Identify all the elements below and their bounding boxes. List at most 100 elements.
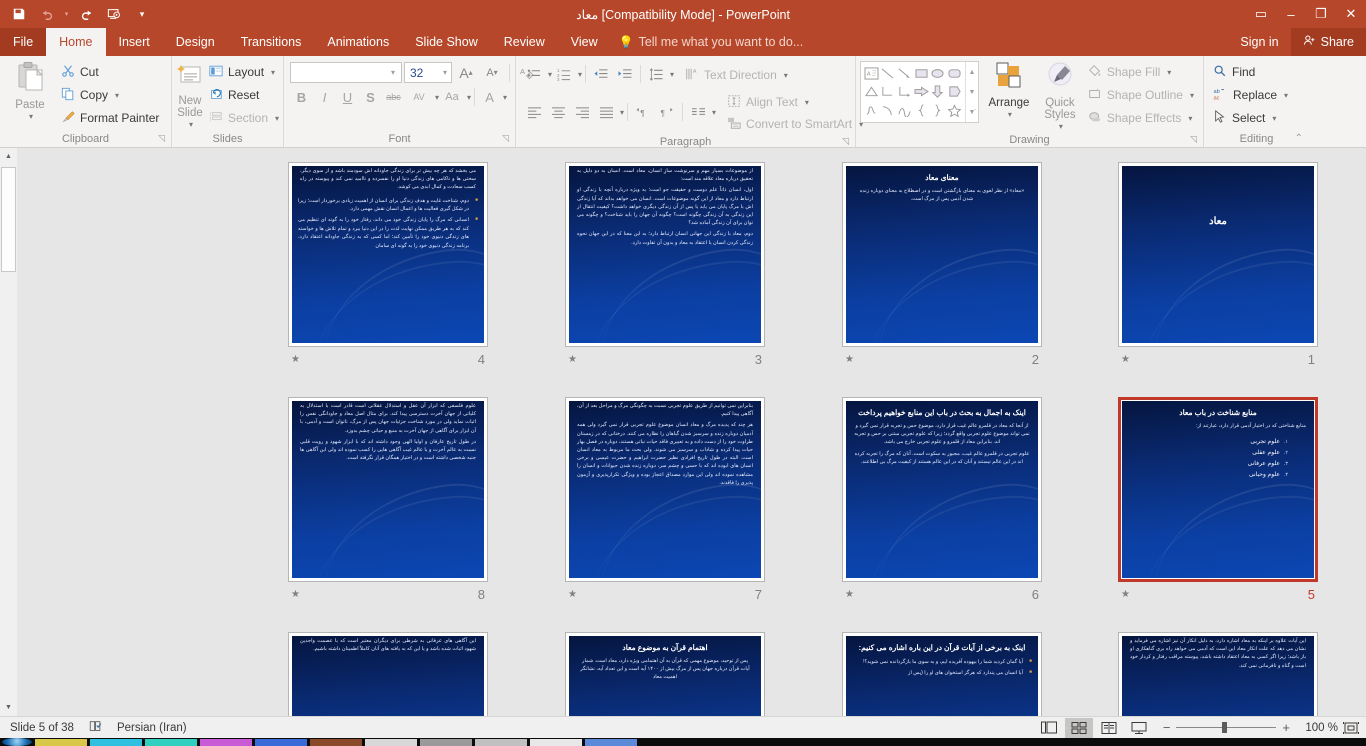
sign-in-button[interactable]: Sign in — [1228, 35, 1290, 49]
slide-thumbnail-frame[interactable]: بنابراین نمی توانیم از طریق علوم تجربی ن… — [565, 397, 765, 582]
tab-design[interactable]: Design — [163, 28, 228, 56]
tab-insert[interactable]: Insert — [106, 28, 163, 56]
numbering-dropdown-icon[interactable]: ▾ — [578, 70, 582, 79]
select-dropdown-icon[interactable]: ▾ — [1272, 114, 1276, 123]
numbering-button[interactable]: 123 — [552, 63, 576, 85]
quick-styles-dropdown-icon[interactable]: ▾ — [1059, 121, 1063, 133]
shape-fill-dropdown-icon[interactable]: ▾ — [1167, 68, 1171, 77]
slide-thumbnail-frame[interactable]: این آگاهی های عرفانی به شرطی برای دیگران… — [288, 632, 488, 716]
animation-star-icon[interactable]: ★ — [845, 354, 854, 365]
animation-star-icon[interactable]: ★ — [1121, 354, 1130, 365]
bullets-button[interactable] — [522, 63, 546, 85]
font-size-combobox[interactable]: 32 ▾ — [404, 62, 452, 83]
start-button[interactable] — [2, 738, 32, 746]
scroll-down-icon[interactable]: ▼ — [0, 699, 17, 716]
slide-thumbnail-frame[interactable]: معاد — [1118, 162, 1318, 347]
animation-star-icon[interactable]: ★ — [568, 589, 577, 600]
shape-pentagon-icon[interactable] — [946, 83, 963, 102]
zoom-in-button[interactable]: + — [1282, 720, 1290, 735]
taskbar-item[interactable] — [200, 739, 252, 746]
save-icon[interactable] — [6, 2, 32, 26]
shape-effects-dropdown-icon[interactable]: ▾ — [1188, 114, 1192, 123]
section-button[interactable]: Section ▾ — [204, 107, 284, 129]
change-case-button[interactable]: Aa — [439, 86, 465, 108]
decrease-indent-button[interactable] — [589, 63, 613, 85]
italic-button[interactable]: I — [313, 86, 336, 108]
find-button[interactable]: Find — [1208, 61, 1293, 83]
restore-button[interactable]: ❐ — [1306, 0, 1336, 28]
shape-outline-button[interactable]: Shape Outline ▾ — [1083, 84, 1199, 106]
convert-to-smartart-button[interactable]: Convert to SmartArt ▾ — [722, 113, 868, 135]
tab-slideshow[interactable]: Slide Show — [402, 28, 491, 56]
shape-arc-icon[interactable] — [880, 101, 897, 120]
columns-dropdown-icon[interactable]: ▾ — [712, 108, 716, 117]
strikethrough-button[interactable]: abc — [382, 86, 405, 108]
shape-gallery-scrollbar[interactable]: ▲ ▼ ▼̄ — [965, 62, 978, 122]
shape-left-brace-icon[interactable] — [913, 101, 930, 120]
tab-view[interactable]: View — [558, 28, 611, 56]
language-indicator[interactable]: Persian (Iran) — [117, 722, 187, 734]
slide-thumbnail-frame[interactable]: معنای معاد«معاد» از نظر لغوی به معنای با… — [842, 162, 1042, 347]
font-color-button[interactable]: A — [478, 86, 501, 108]
tab-file[interactable]: File — [0, 28, 46, 56]
justify-button[interactable] — [594, 101, 618, 123]
replace-button[interactable]: abac Replace ▾ — [1208, 84, 1293, 106]
minimize-button[interactable]: – — [1276, 0, 1306, 28]
clipboard-dialog-launcher[interactable]: ◹ — [158, 131, 165, 146]
shape-rounded-rect-icon[interactable] — [946, 64, 963, 83]
bold-button[interactable]: B — [290, 86, 313, 108]
zoom-out-button[interactable]: − — [1163, 720, 1171, 735]
text-shadow-button[interactable]: S — [359, 86, 382, 108]
sorter-vertical-scrollbar[interactable]: ▲ ▼ — [0, 148, 17, 716]
undo-icon[interactable] — [34, 2, 60, 26]
slideshow-icon[interactable] — [101, 2, 127, 26]
slide-thumbnail-frame[interactable]: منابع شناخت در باب معادمنابع شناختی که د… — [1118, 397, 1318, 582]
normal-view-button[interactable] — [1035, 718, 1063, 738]
new-slide-button[interactable]: New Slide ▾ — [176, 59, 204, 131]
close-button[interactable]: ✕ — [1336, 0, 1366, 28]
tab-home[interactable]: Home — [46, 28, 105, 56]
spellcheck-icon[interactable] — [88, 719, 103, 736]
taskbar-item[interactable] — [530, 739, 582, 746]
shape-rectangle-icon[interactable] — [913, 64, 930, 83]
reading-view-button[interactable] — [1095, 718, 1123, 738]
text-direction-dropdown-icon[interactable]: ▾ — [784, 71, 788, 80]
arrange-button[interactable]: Arrange ▾ — [979, 59, 1033, 121]
align-text-dropdown-icon[interactable]: ▾ — [805, 98, 809, 107]
taskbar-item[interactable] — [310, 739, 362, 746]
shape-elbow-connector-icon[interactable] — [880, 83, 897, 102]
taskbar-item[interactable] — [145, 739, 197, 746]
taskbar-item[interactable] — [585, 739, 637, 746]
drawing-dialog-launcher[interactable]: ◹ — [1190, 132, 1197, 147]
slide-thumbnail-frame[interactable]: اهتمام قرآن به موضوع معادپس از توحید، مو… — [565, 632, 765, 716]
font-name-combobox[interactable]: ▾ — [290, 62, 402, 83]
taskbar-item[interactable] — [420, 739, 472, 746]
animation-star-icon[interactable]: ★ — [291, 354, 300, 365]
zoom-thumb[interactable] — [1222, 722, 1227, 733]
paste-dropdown-icon[interactable]: ▾ — [29, 111, 33, 123]
shape-star-icon[interactable] — [946, 101, 963, 120]
taskbar-item[interactable] — [255, 739, 307, 746]
reset-button[interactable]: Reset — [204, 84, 284, 106]
zoom-track[interactable] — [1176, 727, 1276, 728]
copy-button[interactable]: Copy ▾ — [56, 84, 164, 106]
paste-button[interactable]: Paste ▾ — [4, 59, 56, 123]
shape-gallery[interactable]: A — [860, 61, 979, 123]
animation-star-icon[interactable]: ★ — [291, 589, 300, 600]
underline-button[interactable]: U — [336, 86, 359, 108]
slide-thumbnail-frame[interactable]: اینک به برخی از آیات قرآن در این باره اش… — [842, 632, 1042, 716]
replace-dropdown-icon[interactable]: ▾ — [1284, 91, 1288, 100]
line-spacing-dropdown-icon[interactable]: ▾ — [670, 70, 674, 79]
slide-counter[interactable]: Slide 5 of 38 — [10, 722, 74, 734]
shape-scroll-down-icon[interactable]: ▼ — [966, 82, 978, 102]
shape-effects-button[interactable]: Shape Effects ▾ — [1083, 107, 1199, 129]
columns-button[interactable] — [686, 101, 710, 123]
shape-line-icon[interactable] — [880, 64, 897, 83]
shape-scroll-up-icon[interactable]: ▲ — [966, 62, 978, 82]
slide-thumbnail-frame[interactable]: می بخشد که هر چه بیش تر برای زندگی جاودا… — [288, 162, 488, 347]
ltr-button[interactable]: ¶ — [631, 101, 655, 123]
shape-down-arrow-icon[interactable] — [930, 83, 947, 102]
tab-transitions[interactable]: Transitions — [228, 28, 315, 56]
format-painter-button[interactable]: Format Painter — [56, 107, 164, 129]
font-dialog-launcher[interactable]: ◹ — [502, 131, 509, 146]
